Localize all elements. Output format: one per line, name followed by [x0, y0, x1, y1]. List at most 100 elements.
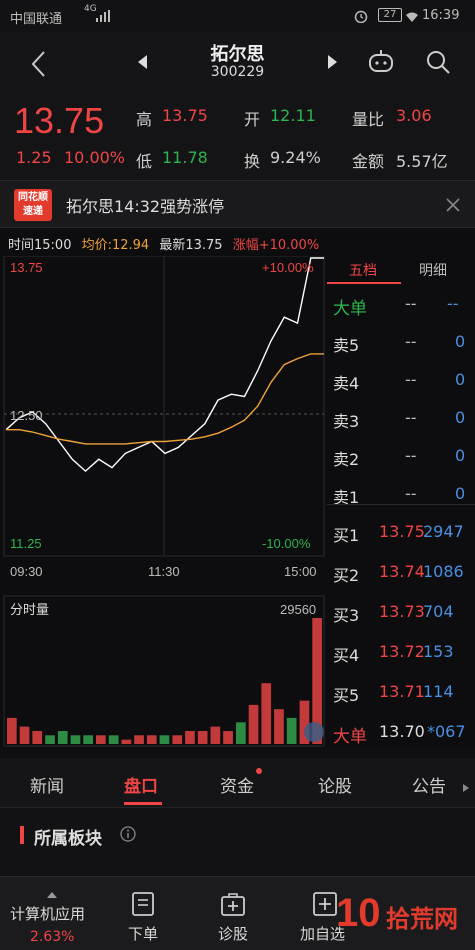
time-end-label: 15:00 — [284, 564, 317, 579]
sell-volume: 0 — [455, 446, 466, 465]
price-line — [5, 257, 324, 473]
buy-level-label: 买2 — [333, 566, 360, 585]
volume-bar — [274, 709, 284, 744]
tab-five-levels[interactable]: 五档 — [349, 260, 377, 280]
sell-level-label: 卖3 — [333, 412, 360, 431]
tab-discussion[interactable]: 论股 — [318, 772, 352, 797]
diagnose-label[interactable]: 诊股 — [218, 923, 248, 944]
buy-level-label: 买1 — [333, 526, 360, 545]
section-title: 所属板块 — [34, 829, 102, 849]
average-price-line — [6, 353, 324, 445]
volume-bar — [261, 683, 272, 744]
buy-level-label: 买4 — [333, 646, 360, 665]
current-price: 13.75 — [14, 100, 105, 141]
stock-code: 300229 — [210, 64, 265, 80]
buy-volume: 704 — [423, 602, 454, 621]
big-sell-vol: -- — [447, 294, 459, 313]
next-stock-icon[interactable] — [327, 54, 339, 74]
time-start-label: 09:30 — [10, 564, 43, 579]
sell-row: 卖5 -- 0 — [327, 322, 475, 360]
add-watchlist-icon[interactable] — [312, 891, 338, 921]
low-label: 低 — [136, 152, 153, 171]
buy-level-label: 买5 — [333, 686, 360, 705]
volume-bar — [146, 735, 157, 744]
sell-row: 卖1 -- 0 — [327, 474, 475, 512]
big-buy-label: 大单 — [333, 727, 367, 747]
tab-details[interactable]: 明细 — [419, 260, 447, 280]
volume-max-label: 29560 — [280, 602, 316, 617]
more-tabs-icon[interactable] — [462, 778, 470, 797]
sell-price: -- — [405, 446, 417, 465]
news-banner[interactable]: 同花顺 速递 拓尔思14:32强势涨停 — [0, 180, 475, 228]
low-value: 11.78 — [162, 148, 208, 167]
buy-volume: 1086 — [423, 562, 464, 581]
volume-bar — [159, 735, 170, 744]
sector-name[interactable]: 计算机应用 — [10, 903, 85, 924]
badge-line-2: 速递 — [23, 206, 43, 217]
open-value: 12.11 — [270, 106, 316, 125]
robot-assistant-icon[interactable] — [367, 47, 395, 79]
order-label[interactable]: 下单 — [128, 923, 158, 944]
vol-ratio-label: 量比 — [352, 110, 385, 129]
big-sell-row: 大单 -- -- — [327, 284, 475, 322]
battery-icon: 27 — [378, 8, 402, 22]
buy-row: 买2 13.74 1086 — [327, 552, 475, 590]
notification-dot — [256, 768, 262, 774]
section-marker — [20, 826, 24, 844]
volume-title: 分时量 — [10, 603, 49, 618]
buy-row: 买1 13.75 2947 — [327, 512, 475, 550]
tab-news[interactable]: 新闻 — [30, 772, 64, 797]
search-icon[interactable] — [425, 49, 451, 79]
turnover-label: 换 — [244, 152, 261, 171]
sell-volume: 0 — [455, 408, 466, 427]
volume-bar — [134, 735, 144, 744]
amount-value: 5.57亿 — [396, 152, 448, 171]
tab-market[interactable]: 盘口 — [124, 772, 158, 797]
turnover-value: 9.24% — [270, 148, 321, 167]
volume-bar — [19, 726, 30, 744]
active-tab-underline — [124, 802, 162, 805]
sell-price: -- — [405, 408, 417, 427]
buy-row: 买3 13.73 704 — [327, 592, 475, 630]
diagnose-icon[interactable] — [220, 891, 246, 921]
volume-bar — [197, 731, 208, 744]
sell-row: 卖4 -- 0 — [327, 360, 475, 398]
sell-level-label: 卖5 — [333, 336, 360, 355]
close-icon[interactable] — [446, 197, 460, 216]
volume-bar — [57, 731, 68, 744]
badge-line-1: 同花顺 — [18, 192, 48, 203]
sell-level-label: 卖4 — [333, 374, 360, 393]
volume-bar — [210, 726, 221, 744]
wifi-icon — [406, 11, 418, 26]
info-icon[interactable] — [120, 826, 136, 846]
sell-volume: 0 — [455, 484, 466, 503]
expand-chart-icon[interactable] — [304, 722, 324, 742]
open-label: 开 — [244, 110, 261, 129]
chart-zone: 时间15:00 均价:12.94 最新13.75 涨幅+10.00% 13.75… — [0, 228, 475, 750]
volume-bar — [172, 735, 183, 744]
sell-volume: 0 — [455, 370, 466, 389]
news-text: 拓尔思14:32强势涨停 — [66, 197, 225, 216]
order-icon[interactable] — [131, 891, 155, 921]
volume-bar — [236, 722, 246, 744]
chart-avg: 均价:12.94 — [81, 238, 150, 253]
top-pct-label: +10.00% — [262, 260, 314, 275]
site-watermark: 10 拾荒网 — [336, 891, 472, 945]
sell-volume: 0 — [455, 332, 466, 351]
big-buy-price: 13.70 — [379, 722, 425, 741]
buy-price: 13.72 — [379, 642, 425, 661]
tab-capital[interactable]: 资金 — [220, 772, 254, 797]
buy-row: 买4 13.72 153 — [327, 632, 475, 670]
alarm-icon — [354, 9, 368, 27]
big-buy-row: 大单 13.70 *067 — [327, 712, 475, 750]
sell-price: -- — [405, 484, 417, 503]
volume-bar — [223, 731, 233, 744]
bottom-price-label: 11.25 — [10, 536, 42, 551]
stock-name: 拓尔思 — [210, 44, 265, 65]
buy-volume: 2947 — [423, 522, 464, 541]
sell-level-label: 卖2 — [333, 450, 360, 469]
price-change: 1.25 — [16, 148, 52, 167]
tab-announcements[interactable]: 公告 — [412, 772, 446, 797]
buy-volume: 153 — [423, 642, 454, 661]
intraday-chart[interactable]: 13.75 +10.00% 12.50 11.25 -10.00% 09:30 … — [0, 256, 327, 750]
